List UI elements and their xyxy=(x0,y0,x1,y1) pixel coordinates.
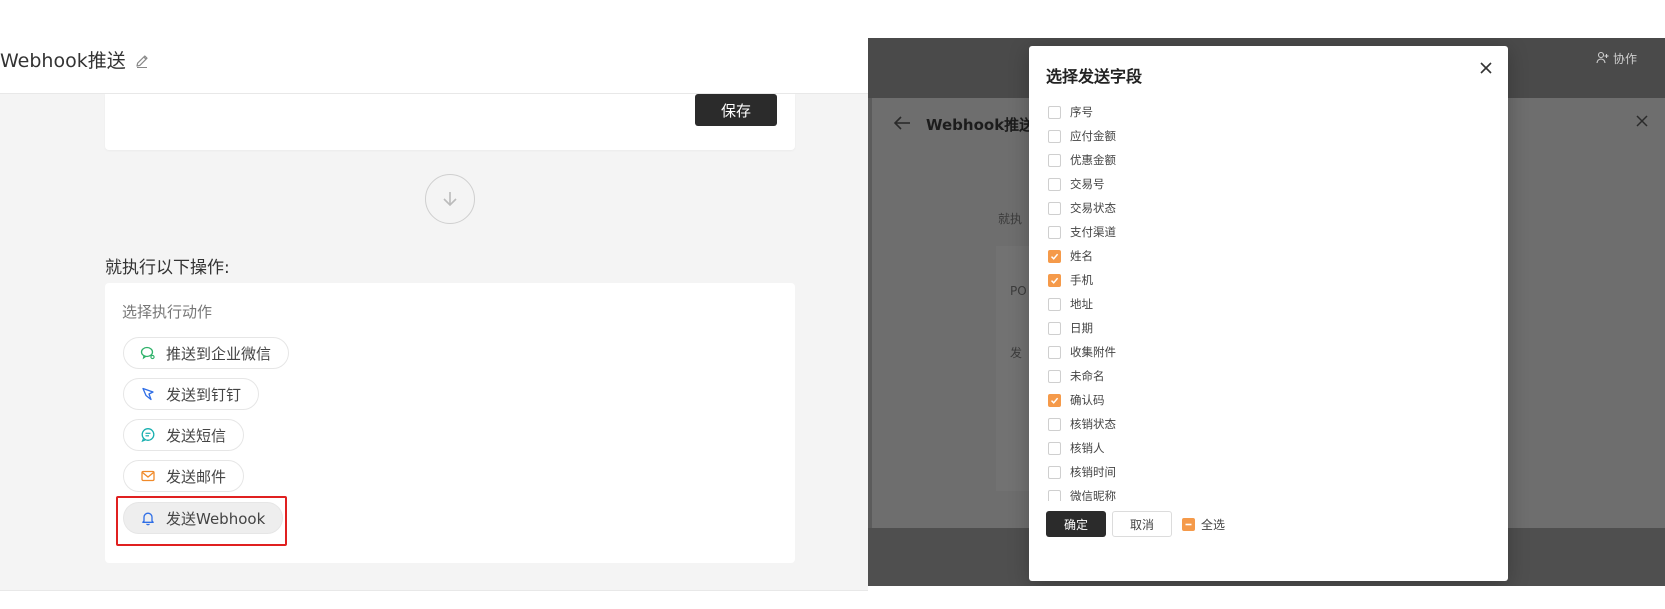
modal-title: 选择发送字段 xyxy=(1046,67,1143,86)
workflow-title-text: Webhook推送 xyxy=(0,50,126,72)
field-option[interactable]: 核销状态 xyxy=(1048,415,1116,433)
field-option[interactable]: 姓名 xyxy=(1048,247,1093,265)
field-label: 优惠金额 xyxy=(1070,153,1116,167)
action-dingtalk[interactable]: 发送到钉钉 xyxy=(123,378,260,410)
flow-arrow-down-icon xyxy=(425,174,475,224)
actions-card: 选择执行动作 推送到企业微信 发送到钉钉 发送短信 发送邮件 发送Webhook xyxy=(105,283,795,563)
field-label: 应付金额 xyxy=(1070,129,1116,143)
wechat-work-icon xyxy=(140,345,156,361)
field-option[interactable]: 未命名 xyxy=(1048,367,1105,385)
select-all-checkbox[interactable]: 全选 xyxy=(1182,516,1225,533)
checkbox-icon[interactable] xyxy=(1048,129,1061,143)
checkbox-icon[interactable] xyxy=(1048,417,1061,431)
background-close-icon[interactable] xyxy=(1635,112,1649,133)
field-checkbox-list: 序号应付金额优惠金额交易号交易状态支付渠道姓名手机地址日期收集附件未命名确认码核… xyxy=(1048,103,1468,501)
field-label: 序号 xyxy=(1070,105,1093,119)
field-label: 微信昵称 xyxy=(1070,489,1116,501)
trigger-card: 保存 xyxy=(105,94,795,150)
exec-actions-heading: 就执行以下操作: xyxy=(105,258,230,278)
background-dialog-title: Webhook推送 xyxy=(926,116,1035,134)
checkbox-checked-icon[interactable] xyxy=(1048,249,1061,263)
field-label: 交易号 xyxy=(1070,177,1105,191)
field-option[interactable]: 微信昵称 xyxy=(1048,487,1116,501)
field-option[interactable]: 日期 xyxy=(1048,319,1093,337)
field-option[interactable]: 序号 xyxy=(1048,103,1093,121)
field-label: 核销状态 xyxy=(1070,417,1116,431)
checkbox-icon[interactable] xyxy=(1048,297,1061,311)
field-label: 支付渠道 xyxy=(1070,225,1116,239)
action-label: 发送邮件 xyxy=(166,467,227,486)
checkbox-icon[interactable] xyxy=(1048,105,1061,119)
field-selection-screenshot: 协作 Webhook推送 就执 PO 发 选择发送字段 序号应付金额优惠金额交易… xyxy=(868,38,1665,586)
field-option[interactable]: 手机 xyxy=(1048,271,1093,289)
field-label: 核销时间 xyxy=(1070,465,1116,479)
checkbox-icon[interactable] xyxy=(1048,321,1061,335)
field-label: 未命名 xyxy=(1070,369,1105,383)
field-label: 收集附件 xyxy=(1070,345,1116,359)
select-all-label: 全选 xyxy=(1201,517,1226,532)
action-label: 推送到企业微信 xyxy=(166,344,272,363)
field-option[interactable]: 支付渠道 xyxy=(1048,223,1116,241)
background-faint-text: 就执 xyxy=(998,212,1023,226)
checkbox-icon[interactable] xyxy=(1048,177,1061,191)
checkbox-checked-icon[interactable] xyxy=(1048,393,1061,407)
cancel-button[interactable]: 取消 xyxy=(1112,511,1172,537)
background-faint-text: PO xyxy=(1010,284,1027,298)
collab-button[interactable]: 协作 xyxy=(1596,50,1637,67)
field-label: 手机 xyxy=(1070,273,1093,287)
checkbox-icon[interactable] xyxy=(1048,369,1061,383)
mail-icon xyxy=(140,468,156,484)
checkbox-icon[interactable] xyxy=(1048,489,1061,501)
field-option[interactable]: 收集附件 xyxy=(1048,343,1116,361)
checkbox-icon[interactable] xyxy=(1048,345,1061,359)
field-option[interactable]: 确认码 xyxy=(1048,391,1105,409)
field-label: 日期 xyxy=(1070,321,1093,335)
checkbox-checked-icon[interactable] xyxy=(1048,273,1061,287)
user-add-icon xyxy=(1596,51,1609,67)
field-label: 地址 xyxy=(1070,297,1093,311)
field-option[interactable]: 核销人 xyxy=(1048,439,1105,457)
dingtalk-icon xyxy=(140,386,156,402)
webhook-highlight-annotation xyxy=(116,496,287,546)
select-fields-modal: 选择发送字段 序号应付金额优惠金额交易号交易状态支付渠道姓名手机地址日期收集附件… xyxy=(1029,46,1508,581)
action-sms[interactable]: 发送短信 xyxy=(123,419,245,451)
checkbox-icon[interactable] xyxy=(1048,465,1061,479)
background-faint-text: 发 xyxy=(1010,346,1023,360)
action-email[interactable]: 发送邮件 xyxy=(123,460,245,492)
confirm-button[interactable]: 确定 xyxy=(1046,511,1106,537)
checkbox-icon[interactable] xyxy=(1048,441,1061,455)
field-label: 确认码 xyxy=(1070,393,1105,407)
choose-action-label: 选择执行动作 xyxy=(122,303,213,321)
close-icon[interactable] xyxy=(1478,60,1494,76)
field-option[interactable]: 核销时间 xyxy=(1048,463,1116,481)
save-button[interactable]: 保存 xyxy=(695,94,777,126)
workflow-editor-panel: Webhook推送 保存 就执行以下操作: 选择执行动作 推送到企业微信 发送到… xyxy=(0,0,868,609)
field-label: 核销人 xyxy=(1070,441,1105,455)
modal-footer: 确定 取消 全选 xyxy=(1046,511,1225,537)
edit-pencil-icon[interactable] xyxy=(134,52,150,68)
field-label: 交易状态 xyxy=(1070,201,1116,215)
sms-icon xyxy=(140,427,156,443)
field-option[interactable]: 优惠金额 xyxy=(1048,151,1116,169)
action-label: 发送短信 xyxy=(166,426,227,445)
back-arrow-icon[interactable] xyxy=(892,114,912,132)
field-option[interactable]: 交易状态 xyxy=(1048,199,1116,217)
checkbox-icon[interactable] xyxy=(1048,201,1061,215)
collab-label: 协作 xyxy=(1612,52,1637,66)
workflow-title: Webhook推送 xyxy=(0,46,150,73)
field-option[interactable]: 应付金额 xyxy=(1048,127,1116,145)
field-label: 姓名 xyxy=(1070,249,1093,263)
field-option[interactable]: 地址 xyxy=(1048,295,1093,313)
action-wechat-work[interactable]: 推送到企业微信 xyxy=(123,337,290,369)
action-label: 发送到钉钉 xyxy=(166,385,242,404)
checkbox-icon[interactable] xyxy=(1048,153,1061,167)
indeterminate-checkbox-icon xyxy=(1182,517,1195,531)
checkbox-icon[interactable] xyxy=(1048,225,1061,239)
workflow-canvas: 保存 就执行以下操作: 选择执行动作 推送到企业微信 发送到钉钉 发送短信 发送… xyxy=(0,93,868,591)
field-option[interactable]: 交易号 xyxy=(1048,175,1105,193)
